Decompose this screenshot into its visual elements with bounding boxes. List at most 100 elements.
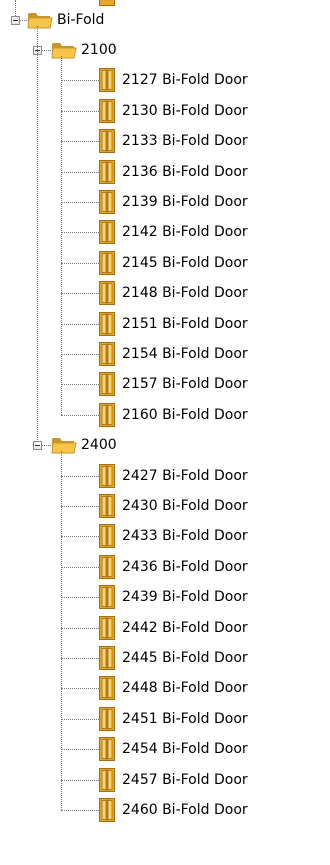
tree-node-label: 2454 Bi-Fold Door [122,741,248,758]
door-icon [99,463,115,488]
tree-connector [61,627,99,629]
tree-connector [61,597,99,599]
tree-item-door[interactable]: 2145 Bi-Fold Door [99,248,248,278]
tree-connector [61,262,99,264]
tree-node-label: 2457 Bi-Fold Door [122,771,248,788]
door-icon [99,68,115,93]
door-icon [99,615,115,640]
door-icon [99,281,115,306]
tree-connector [61,749,99,751]
tree-connector [61,171,99,173]
tree-connector [61,566,99,568]
door-icon [99,311,115,336]
tree-item-door[interactable]: 2436 Bi-Fold Door [99,552,248,582]
tree-connector [61,232,99,234]
tree-connector [61,293,99,295]
tree-node-label: 2145 Bi-Fold Door [122,254,248,271]
collapse-toggle-2400[interactable] [33,441,42,451]
tree-item-door[interactable]: 2451 Bi-Fold Door [99,704,248,734]
tree-node-label: 2445 Bi-Fold Door [122,650,248,666]
tree-connector [61,718,99,720]
tree-item-door[interactable]: 2439 Bi-Fold Door [99,582,248,612]
tree-item-door[interactable]: 2130 Bi-Fold Door [99,96,248,126]
tree-item-door[interactable]: 2154 Bi-Fold Door [99,339,248,369]
tree-connector [61,56,62,415]
tree-item-door[interactable]: 2457 Bi-Fold Door [99,765,248,795]
door-icon [99,646,115,670]
door-icon [99,554,115,579]
tree-item-door[interactable]: 2157 Bi-Fold Door [99,369,248,399]
door-icon [99,767,115,792]
tree-node-label: 2127 Bi-Fold Door [122,72,248,89]
door-icon [99,524,115,549]
tree-connector [61,506,99,507]
tree-item-door[interactable]: 2445 Bi-Fold Door [99,643,248,673]
tree-node-label: 2100 [81,42,117,58]
door-icon [99,676,115,701]
tree-connector [61,110,99,112]
tree-node-label: 2442 Bi-Fold Door [122,619,248,636]
door-icon [99,494,115,518]
door-icon [99,129,115,154]
tree-item-door[interactable]: 2142 Bi-Fold Door [99,217,248,247]
door-icon [99,402,115,427]
tree-connector [61,536,99,538]
tree-item-door[interactable]: 2127 Bi-Fold Door [99,65,248,95]
tree-connector [61,414,99,416]
door-icon [99,159,115,184]
tree-item-door[interactable]: 2433 Bi-Fold Door [99,521,248,551]
tree-connector [61,688,99,690]
tree-connector [61,810,99,811]
tree-item-door[interactable]: 2460 Bi-Fold Door [99,795,248,825]
tree-node-label: 2148 Bi-Fold Door [122,285,248,302]
door-icon [99,737,115,762]
tree-connector [61,202,99,203]
tree-node-label: 2433 Bi-Fold Door [122,528,248,545]
tree-item-door[interactable]: 2160 Bi-Fold Door [99,400,248,430]
tree-view[interactable]: Bi-Fold 2100 2127 Bi-Fold Door 2130 Bi-Fold… [0,0,330,865]
tree-item-door[interactable]: 2442 Bi-Fold Door [99,613,248,643]
tree-node-label: 2142 Bi-Fold Door [122,224,248,241]
tree-item-door[interactable]: 2133 Bi-Fold Door [99,126,248,156]
tree-connector [61,658,99,659]
tree-node-label: 2439 Bi-Fold Door [122,589,248,606]
tree-node-label: 2400 [81,437,117,454]
tree-item-door[interactable]: 2151 Bi-Fold Door [99,309,248,339]
tree-node-label: 2157 Bi-Fold Door [122,376,248,393]
tree-node-label: 2427 Bi-Fold Door [122,467,248,484]
door-icon [99,342,115,366]
tree-node-label: 2430 Bi-Fold Door [122,498,248,514]
tree-item-door[interactable]: 2136 Bi-Fold Door [99,157,248,187]
folder-icon [51,43,77,59]
tree-connector [37,26,38,441]
tree-node-label: 2460 Bi-Fold Door [122,802,248,818]
tree-node-label: 2130 Bi-Fold Door [122,102,248,119]
door-icon [99,585,115,610]
tree-node-bi-fold[interactable]: Bi-Fold [27,5,104,35]
tree-item-door[interactable]: 2448 Bi-Fold Door [99,673,248,703]
folder-icon [27,13,53,29]
tree-connector [61,354,99,355]
door-icon [99,98,115,123]
door-icon [99,190,115,214]
folder-icon [51,438,77,454]
tree-item-door[interactable]: 2427 Bi-Fold Door [99,461,248,491]
tree-node-label: 2139 Bi-Fold Door [122,194,248,210]
tree-node-label: 2436 Bi-Fold Door [122,558,248,575]
tree-node-label: Bi-Fold [57,12,105,28]
tree-connector [61,451,62,810]
tree-item-door[interactable]: 2148 Bi-Fold Door [99,278,248,308]
tree-connector [61,323,99,325]
tree-item-door[interactable]: 2454 Bi-Fold Door [99,734,248,764]
door-icon [99,250,115,275]
tree-connector [61,779,99,781]
door-icon [99,798,115,822]
collapse-toggle-bi-fold[interactable] [11,16,20,25]
tree-item-door[interactable]: 2430 Bi-Fold Door [99,491,248,521]
tree-node-label: 2136 Bi-Fold Door [122,163,248,180]
tree-item-door[interactable]: 2139 Bi-Fold Door [99,187,248,217]
tree-connector [61,141,99,143]
tree-node-label: 2151 Bi-Fold Door [122,315,248,332]
tree-node-label: 2154 Bi-Fold Door [122,346,248,362]
door-icon [99,220,115,245]
